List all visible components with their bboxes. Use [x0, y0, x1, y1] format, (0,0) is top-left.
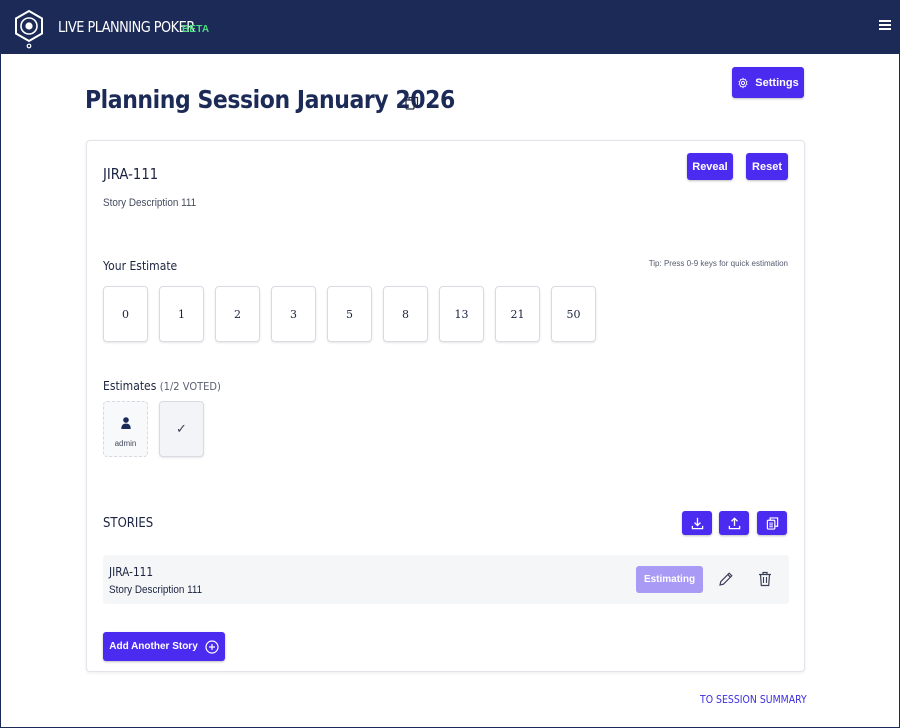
- estimate-card-1[interactable]: 1: [159, 286, 204, 342]
- clipboard-copy-icon: [766, 516, 778, 530]
- settings-label: Settings: [755, 76, 799, 89]
- add-story-label: Add Another Story: [109, 641, 198, 652]
- estimate-card-21[interactable]: 21: [495, 286, 540, 342]
- reset-button[interactable]: Reset: [746, 153, 788, 180]
- voted-card: ✓: [159, 401, 204, 457]
- voter-name: admin: [114, 439, 137, 448]
- logo-icon[interactable]: [13, 9, 45, 49]
- story-row-description: Story Description 111: [109, 584, 203, 596]
- page-title: Planning Session January 2026: [85, 85, 455, 114]
- beta-badge: BETA: [182, 24, 210, 35]
- pencil-icon[interactable]: [718, 571, 734, 587]
- estimate-card-3[interactable]: 3: [271, 286, 316, 342]
- hamburger-menu-icon[interactable]: [879, 20, 891, 32]
- voter-card: admin: [103, 401, 148, 457]
- gear-icon: [738, 76, 748, 89]
- estimate-cards: 0 1 2 3 5 8 13 21 50: [103, 286, 596, 342]
- reveal-button[interactable]: Reveal: [687, 153, 733, 180]
- top-navbar: LIVE PLANNING POKER BETA: [1, 1, 899, 54]
- story-row[interactable]: JIRA-111 Story Description 111 Estimatin…: [103, 555, 789, 604]
- session-summary-link[interactable]: TO SESSION SUMMARY: [700, 693, 807, 706]
- download-button[interactable]: [682, 511, 712, 535]
- estimating-status-button[interactable]: Estimating: [636, 566, 703, 593]
- estimate-card-50[interactable]: 50: [551, 286, 596, 342]
- keyboard-tip: Tip: Press 0-9 keys for quick estimation: [648, 259, 788, 268]
- estimate-card-5[interactable]: 5: [327, 286, 372, 342]
- estimates-heading: Estimates (1/2 VOTED): [103, 379, 221, 393]
- user-icon: [121, 417, 131, 429]
- estimate-card-8[interactable]: 8: [383, 286, 428, 342]
- trash-icon[interactable]: [758, 571, 772, 587]
- plus-circle-icon: [205, 639, 219, 654]
- brand-name[interactable]: LIVE PLANNING POKER: [58, 18, 195, 36]
- upload-icon: [728, 516, 740, 529]
- current-story-key: JIRA-111: [103, 165, 159, 183]
- upload-button[interactable]: [719, 511, 749, 535]
- estimate-card-2[interactable]: 2: [215, 286, 260, 342]
- story-row-key: JIRA-111: [109, 565, 154, 579]
- estimate-card-0[interactable]: 0: [103, 286, 148, 342]
- your-estimate-label: Your Estimate: [103, 259, 178, 273]
- session-card: JIRA-111 Story Description 111 Reveal Re…: [86, 140, 805, 672]
- current-story-description: Story Description 111: [103, 197, 197, 209]
- add-story-button[interactable]: Add Another Story: [103, 632, 225, 661]
- copy-icon[interactable]: [405, 96, 419, 110]
- stories-heading: STORIES: [103, 516, 154, 531]
- estimates-label: Estimates: [103, 379, 157, 393]
- settings-button[interactable]: Settings: [732, 67, 804, 98]
- copy-stories-button[interactable]: [757, 511, 787, 535]
- voted-count: (1/2 VOTED): [159, 380, 221, 393]
- estimate-card-13[interactable]: 13: [439, 286, 484, 342]
- download-icon: [691, 517, 703, 529]
- checkmark-icon: ✓: [176, 421, 187, 436]
- voter-list: admin ✓: [103, 401, 204, 457]
